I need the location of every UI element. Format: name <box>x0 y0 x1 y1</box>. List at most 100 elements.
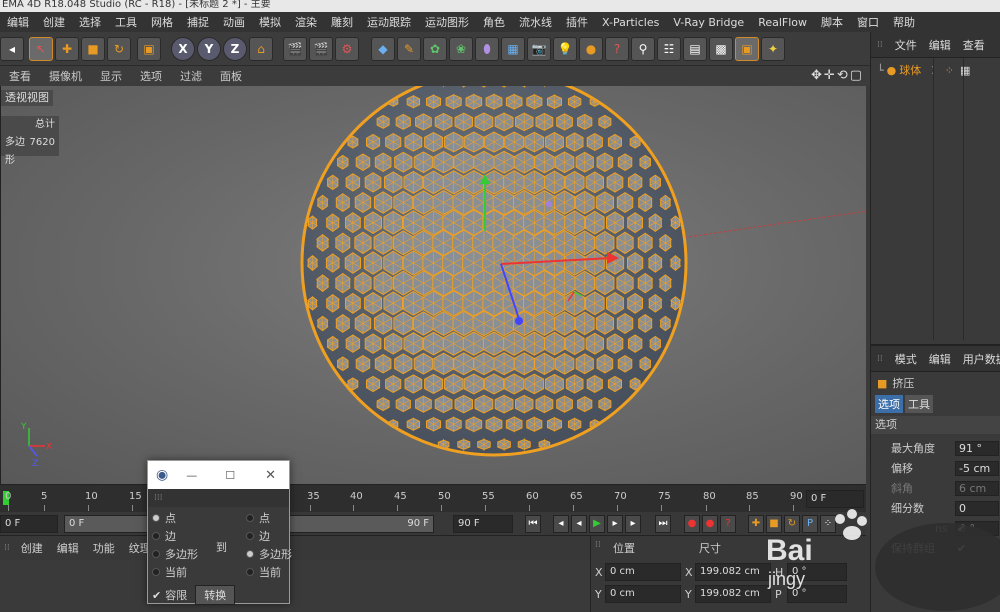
phong-tag-icon[interactable]: ⁘ <box>945 64 954 77</box>
clapper-icon[interactable]: ▩ <box>709 37 733 61</box>
goto-end-icon[interactable]: ⏭ <box>655 515 671 533</box>
left-option-radio[interactable] <box>152 514 160 522</box>
viewport-menu-item-4[interactable]: 过滤 <box>171 68 211 84</box>
deformer-icon[interactable]: ⬮ <box>475 37 499 61</box>
floor-icon[interactable]: ▦ <box>501 37 525 61</box>
camera-icon[interactable]: 📷 <box>527 37 551 61</box>
attribute-value[interactable]: 6 cm <box>955 480 999 496</box>
pen-icon[interactable]: ✎ <box>397 37 421 61</box>
menu-item-19[interactable]: 窗口 <box>850 14 886 30</box>
right-option-radio[interactable] <box>246 532 254 540</box>
next-frame-icon[interactable]: ▸ <box>607 515 623 533</box>
move-icon[interactable]: ✚ <box>55 37 79 61</box>
menu-item-10[interactable]: 运动跟踪 <box>360 14 418 30</box>
timeline-ruler[interactable]: 0 5 10 15 35 40 45 50 55 60 65 70 75 80 85 90 0 F <box>0 484 866 512</box>
tab-options[interactable]: 选项 <box>875 395 903 413</box>
material-menu-item-2[interactable]: 功能 <box>86 540 122 556</box>
grid-icon[interactable]: ▤ <box>683 37 707 61</box>
view-layout-icon[interactable]: ▣ <box>735 37 759 61</box>
key-position-icon[interactable]: ✚ <box>748 515 764 533</box>
prev-key-icon[interactable]: ◂ <box>553 515 569 533</box>
help-icon[interactable]: ? <box>605 37 629 61</box>
left-option-radio[interactable] <box>152 550 160 558</box>
left-option-radio[interactable] <box>152 532 160 540</box>
auto-key-icon[interactable]: ● <box>702 515 718 533</box>
menu-item-14[interactable]: 插件 <box>559 14 595 30</box>
goto-start-icon[interactable]: ⏮ <box>525 515 541 533</box>
right-option-row[interactable]: 点 <box>246 509 306 527</box>
menu-item-18[interactable]: 脚本 <box>814 14 850 30</box>
start-frame-field[interactable]: 0 F <box>0 515 58 533</box>
timeline-end-frame[interactable]: 0 F <box>806 490 864 508</box>
menu-item-8[interactable]: 渲染 <box>288 14 324 30</box>
keep-groups-checkbox[interactable]: ✔ <box>957 542 966 555</box>
use-fan-checkbox[interactable]: ✔ <box>957 522 966 535</box>
right-option-radio[interactable] <box>246 514 254 522</box>
scale-icon[interactable]: ■ <box>81 37 105 61</box>
viewport-menu-item-1[interactable]: 摄像机 <box>40 68 91 84</box>
menu-item-0[interactable]: 编辑 <box>0 14 36 30</box>
viewport-navigation-icons[interactable]: ✥✛⟲▢ <box>811 68 864 83</box>
menu-item-12[interactable]: 角色 <box>476 14 512 30</box>
convert-button[interactable]: 转换 <box>195 585 236 605</box>
render-settings-icon[interactable]: ⚙ <box>335 37 359 61</box>
next-key-icon[interactable]: ▸ <box>625 515 641 533</box>
maximize-icon[interactable]: ☐ <box>225 469 235 482</box>
attribute-value[interactable]: 0 <box>955 500 999 516</box>
p-rotation-field[interactable]: 0 ° <box>787 585 847 603</box>
prev-frame-icon[interactable]: ◂ <box>571 515 587 533</box>
left-option-row[interactable]: 多边形 <box>152 545 216 563</box>
menu-item-1[interactable]: 创建 <box>36 14 72 30</box>
object-manager-tab-0[interactable]: 文件 <box>889 37 923 53</box>
attribute-manager-tab-1[interactable]: 编辑 <box>923 351 957 367</box>
left-option-radio[interactable] <box>152 568 160 576</box>
light-icon[interactable]: 💡 <box>553 37 577 61</box>
object-name[interactable]: 球体 <box>899 62 921 78</box>
y-position-field[interactable]: 0 cm <box>605 585 681 603</box>
material-menu-item-1[interactable]: 编辑 <box>50 540 86 556</box>
menu-item-2[interactable]: 选择 <box>72 14 108 30</box>
z-axis-button[interactable]: Z <box>223 37 247 61</box>
menu-item-13[interactable]: 流水线 <box>512 14 559 30</box>
snap-icon[interactable]: ✦ <box>761 37 785 61</box>
object-row[interactable]: └ ● 球体 ⁚ ⁘ ▦ <box>871 62 1000 78</box>
viewport-menu-item-5[interactable]: 面板 <box>211 68 251 84</box>
left-option-row[interactable]: 边 <box>152 527 216 545</box>
attribute-manager-tab-2[interactable]: 用户数据 <box>957 351 1000 367</box>
right-option-row[interactable]: 多边形 <box>246 545 306 563</box>
object-mode-icon[interactable]: ▣ <box>137 37 161 61</box>
y-size-field[interactable]: 199.082 cm <box>695 585 771 603</box>
rotate-icon[interactable]: ↻ <box>107 37 131 61</box>
attribute-value[interactable]: 91 ° <box>955 440 999 456</box>
left-option-row[interactable]: 当前 <box>152 563 216 581</box>
perspective-viewport[interactable]: 透视视图 总计 多边形 7620 Y X Z <box>0 86 866 484</box>
menu-item-15[interactable]: X-Particles <box>595 16 666 29</box>
subdivision-icon[interactable]: ✿ <box>423 37 447 61</box>
menu-item-17[interactable]: RealFlow <box>751 16 814 29</box>
viewport-menu-item-2[interactable]: 显示 <box>91 68 131 84</box>
right-option-row[interactable]: 边 <box>246 527 306 545</box>
render-view-icon[interactable]: 🎬 <box>283 37 307 61</box>
play-icon[interactable]: ▶ <box>589 515 605 533</box>
x-size-field[interactable]: 199.082 cm <box>695 563 771 581</box>
record-icon[interactable]: ● <box>684 515 700 533</box>
object-manager-tab-2[interactable]: 查看 <box>957 37 991 53</box>
menu-item-6[interactable]: 动画 <box>216 14 252 30</box>
end-frame-field[interactable]: 90 F <box>453 515 513 533</box>
right-option-row[interactable]: 当前 <box>246 563 306 581</box>
menu-item-20[interactable]: 帮助 <box>886 14 922 30</box>
layout-icon[interactable]: ☷ <box>657 37 681 61</box>
coordinate-system-icon[interactable]: ⌂ <box>249 37 273 61</box>
mograph-icon[interactable]: ❀ <box>449 37 473 61</box>
select-arrow-icon[interactable]: ↖ <box>29 37 53 61</box>
menu-item-11[interactable]: 运动图形 <box>418 14 476 30</box>
minimize-icon[interactable]: — <box>186 469 197 482</box>
menu-item-3[interactable]: 工具 <box>108 14 144 30</box>
menu-item-7[interactable]: 模拟 <box>252 14 288 30</box>
right-option-radio[interactable] <box>246 550 254 558</box>
menu-item-4[interactable]: 网格 <box>144 14 180 30</box>
render-picture-icon[interactable]: 🎬 <box>309 37 333 61</box>
key-scale-icon[interactable]: ■ <box>766 515 782 533</box>
key-rotation-icon[interactable]: ↻ <box>784 515 800 533</box>
h-rotation-field[interactable]: 0 ° <box>787 563 847 581</box>
